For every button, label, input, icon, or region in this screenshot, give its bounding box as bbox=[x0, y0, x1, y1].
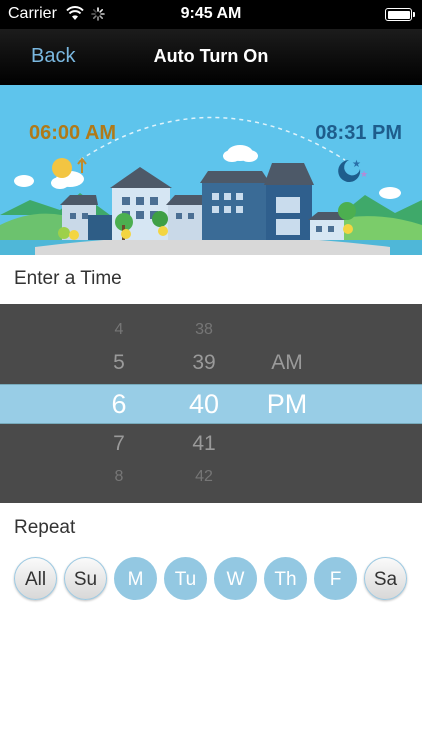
day-toggle-sunday[interactable]: Su bbox=[64, 557, 107, 600]
day-toggle-wednesday[interactable]: W bbox=[214, 557, 257, 600]
status-bar: Carrier 9:45 AM bbox=[0, 0, 422, 29]
page-title: Auto Turn On bbox=[153, 46, 269, 66]
minute-option[interactable]: 42 bbox=[175, 467, 233, 487]
hour-option-selected[interactable]: 6 bbox=[96, 388, 142, 420]
repeat-label: Repeat bbox=[14, 517, 76, 538]
day-toggle-tuesday[interactable]: Tu bbox=[164, 557, 207, 600]
ampm-wheel[interactable]: AM PM bbox=[256, 304, 318, 503]
sun-times-banner: ★ ★ 06:00 AM 08:31 PM bbox=[0, 85, 422, 255]
hour-option[interactable]: 5 bbox=[96, 350, 142, 376]
battery-icon bbox=[385, 8, 415, 21]
hour-option[interactable]: 7 bbox=[96, 431, 142, 457]
day-toggle-monday[interactable]: M bbox=[114, 557, 157, 600]
minute-option-selected[interactable]: 40 bbox=[175, 388, 233, 420]
minute-wheel[interactable]: 38 39 40 41 42 bbox=[175, 304, 233, 503]
sunrise-time: 06:00 AM bbox=[29, 122, 117, 144]
hour-option[interactable]: 8 bbox=[96, 467, 142, 487]
navigation-bar: Back Auto Turn On bbox=[0, 29, 422, 85]
svg-text:★: ★ bbox=[360, 170, 368, 180]
sunset-time: 08:31 PM bbox=[315, 122, 402, 144]
day-toggle-all[interactable]: All bbox=[14, 557, 57, 600]
city-illustration: ★ ★ bbox=[0, 116, 422, 255]
day-toggle-friday[interactable]: F bbox=[314, 557, 357, 600]
enter-time-label: Enter a Time bbox=[14, 268, 122, 289]
repeat-days: All Su M Tu W Th F Sa bbox=[14, 557, 410, 601]
ampm-option[interactable]: AM bbox=[256, 350, 318, 376]
minute-option[interactable]: 38 bbox=[175, 320, 233, 340]
minute-option[interactable]: 39 bbox=[175, 350, 233, 376]
time-picker[interactable]: 4 5 6 7 8 38 39 40 41 42 AM PM bbox=[0, 304, 422, 503]
hour-wheel[interactable]: 4 5 6 7 8 bbox=[96, 304, 142, 503]
ampm-option-selected[interactable]: PM bbox=[256, 388, 318, 420]
day-toggle-thursday[interactable]: Th bbox=[264, 557, 307, 600]
hour-option[interactable]: 4 bbox=[96, 320, 142, 340]
day-toggle-saturday[interactable]: Sa bbox=[364, 557, 407, 600]
svg-text:★: ★ bbox=[352, 159, 361, 170]
status-time: 9:45 AM bbox=[180, 5, 242, 22]
minute-option[interactable]: 41 bbox=[175, 431, 233, 457]
